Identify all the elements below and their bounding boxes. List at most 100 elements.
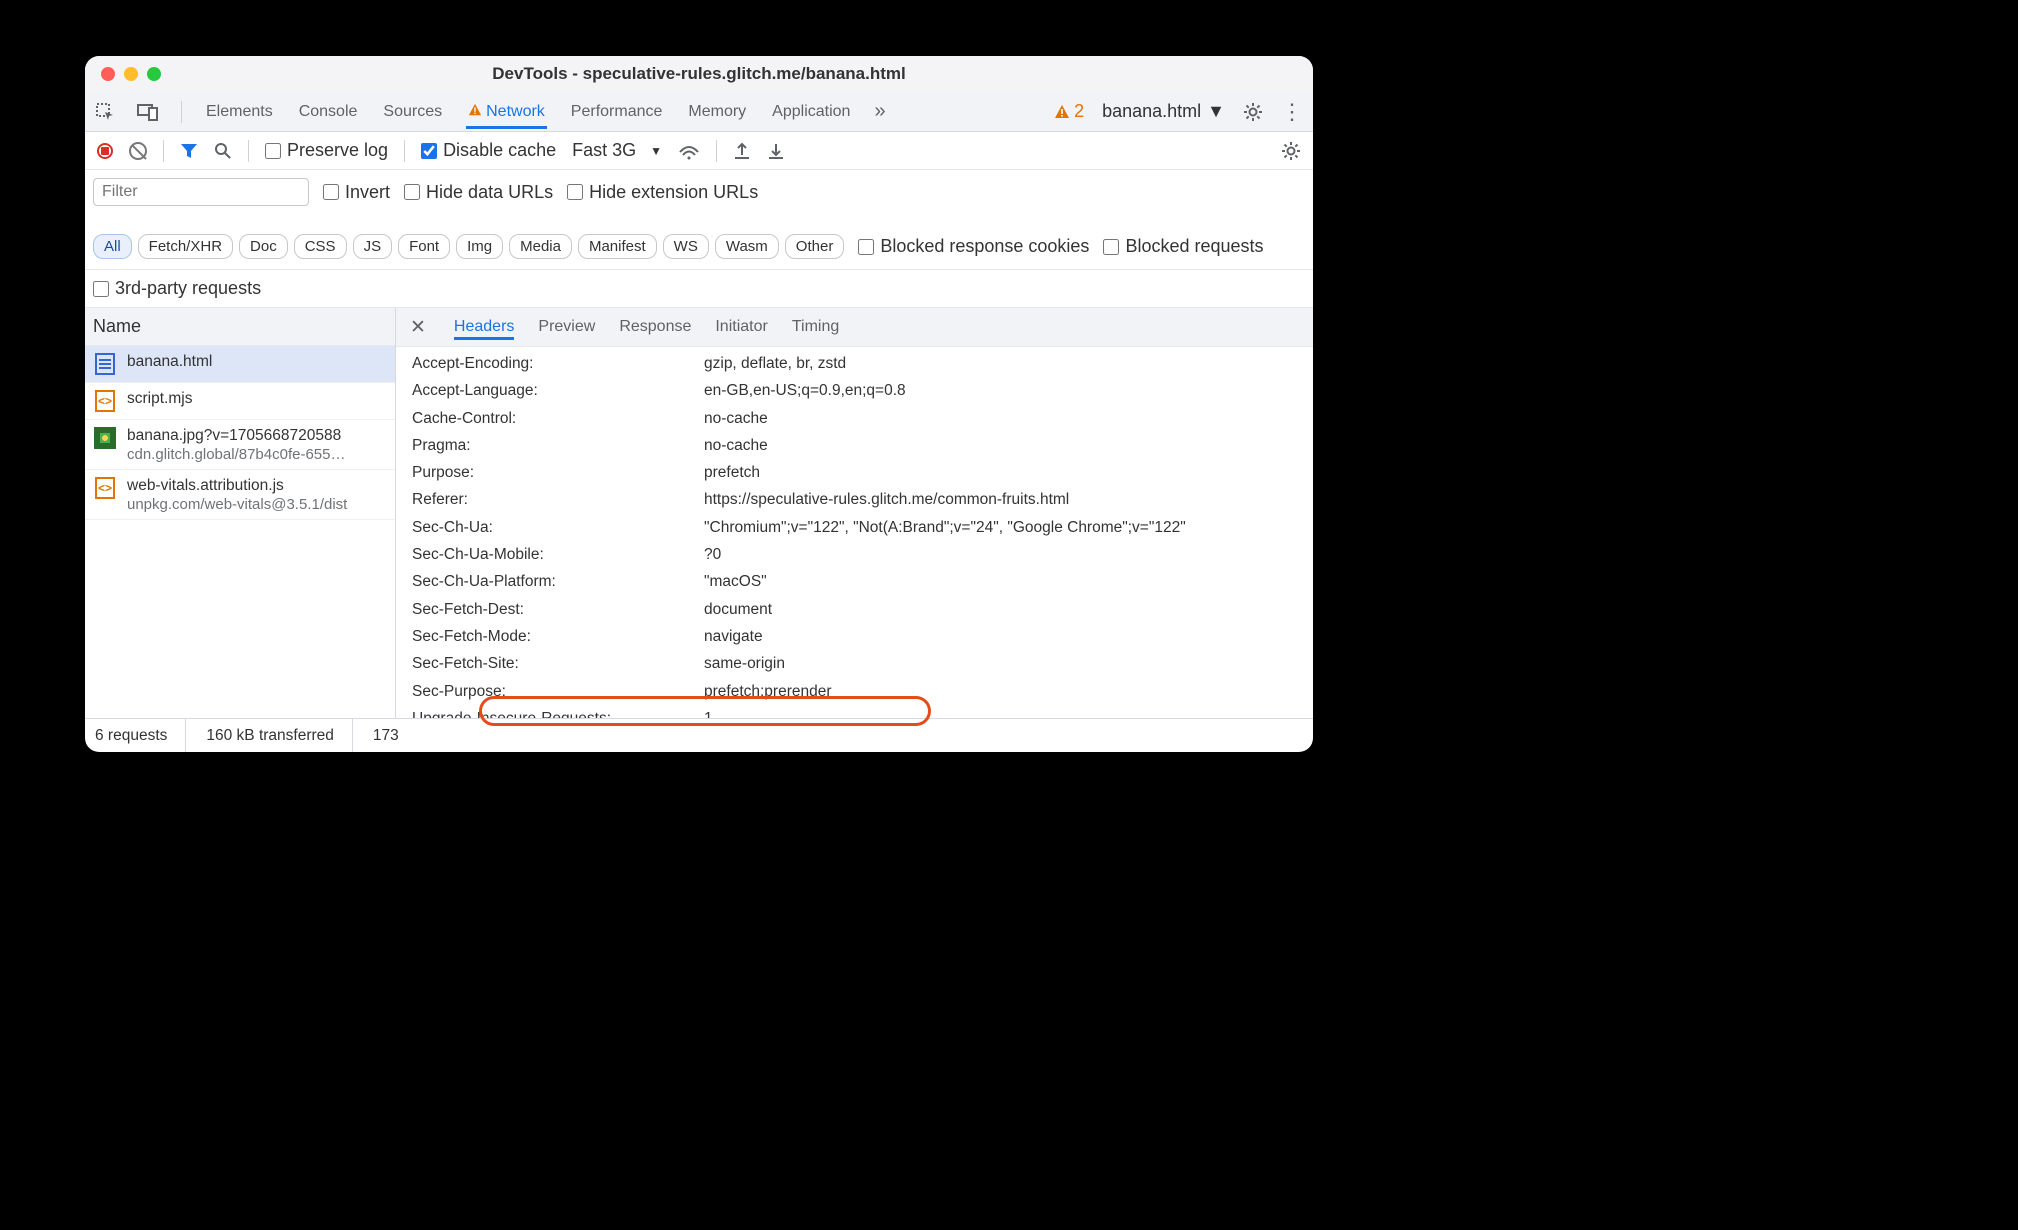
download-har-icon[interactable] (767, 142, 785, 160)
detail-tab-timing[interactable]: Timing (792, 314, 839, 340)
tab-memory[interactable]: Memory (686, 95, 748, 129)
type-pill-doc[interactable]: Doc (239, 234, 288, 259)
device-toolbar-icon[interactable] (137, 103, 159, 121)
preserve-log-checkbox[interactable]: Preserve log (265, 140, 388, 161)
close-details-button[interactable]: ✕ (410, 316, 426, 339)
tab-application[interactable]: Application (770, 95, 852, 129)
invert-checkbox[interactable]: Invert (323, 182, 390, 203)
filter-input[interactable] (93, 178, 309, 206)
status-resources: 173 (373, 727, 399, 745)
headers-list: Accept-Encoding:gzip, deflate, br, zstdA… (396, 347, 1313, 718)
upload-har-icon[interactable] (733, 142, 751, 160)
titlebar: DevTools - speculative-rules.glitch.me/b… (85, 56, 1313, 92)
hide-data-urls-checkbox[interactable]: Hide data URLs (404, 182, 553, 203)
more-tabs-icon[interactable]: » (874, 100, 885, 123)
disable-cache-checkbox[interactable]: Disable cache (421, 140, 556, 161)
type-pill-wasm[interactable]: Wasm (715, 234, 779, 259)
js-icon: <> (93, 389, 117, 413)
inspect-icon[interactable] (95, 102, 115, 122)
type-pill-other[interactable]: Other (785, 234, 845, 259)
filter-icon[interactable] (180, 142, 198, 160)
settings-gear-icon[interactable] (1281, 141, 1301, 161)
type-pill-media[interactable]: Media (509, 234, 572, 259)
type-pill-fetchxhr[interactable]: Fetch/XHR (138, 234, 233, 259)
hide-ext-urls-checkbox[interactable]: Hide extension URLs (567, 182, 758, 203)
toolbar-divider (163, 140, 164, 162)
chevron-down-icon: ▼ (1207, 101, 1225, 122)
toolbar-divider-3 (404, 140, 405, 162)
clear-button[interactable] (129, 142, 147, 160)
type-pill-js[interactable]: JS (353, 234, 393, 259)
request-row[interactable]: <>web-vitals.attribution.jsunpkg.com/web… (85, 470, 395, 520)
doc-icon (93, 352, 117, 376)
header-value: gzip, deflate, br, zstd (704, 350, 846, 377)
tab-divider (181, 101, 182, 123)
blocked-requests-checkbox[interactable]: Blocked requests (1103, 236, 1263, 257)
search-icon[interactable] (214, 142, 232, 160)
detail-tab-headers[interactable]: Headers (454, 314, 514, 340)
tab-network[interactable]: Network (466, 95, 547, 129)
request-origin: cdn.glitch.global/87b4c0fe-655… (127, 446, 345, 463)
gear-icon[interactable] (1243, 102, 1263, 122)
context-selector[interactable]: banana.html ▼ (1102, 101, 1225, 122)
type-pill-css[interactable]: CSS (294, 234, 347, 259)
type-pill-img[interactable]: Img (456, 234, 503, 259)
disable-cache-label: Disable cache (443, 140, 556, 161)
request-row[interactable]: banana.html (85, 346, 395, 383)
type-pill-all[interactable]: All (93, 234, 132, 259)
kebab-menu-icon[interactable]: ⋮ (1281, 108, 1303, 116)
tab-sources[interactable]: Sources (381, 95, 444, 129)
detail-tab-initiator[interactable]: Initiator (715, 314, 767, 340)
request-name: banana.jpg?v=1705668720588 (127, 426, 345, 446)
toolbar-divider-2 (248, 140, 249, 162)
tab-console[interactable]: Console (297, 95, 360, 129)
third-party-checkbox[interactable]: 3rd-party requests (93, 278, 1305, 299)
detail-tab-preview[interactable]: Preview (538, 314, 595, 340)
detail-tabs: ✕ Headers Preview Response Initiator Timing (396, 308, 1313, 347)
throttling-select[interactable]: Fast 3G ▼ (572, 140, 662, 161)
request-row[interactable]: <>script.mjs (85, 383, 395, 420)
header-row: Sec-Ch-Ua-Platform:"macOS" (412, 568, 1313, 595)
header-row: Referer:https://speculative-rules.glitch… (412, 486, 1313, 513)
warnings-badge[interactable]: 2 (1054, 101, 1084, 122)
header-value: 1 (704, 705, 713, 718)
header-key: Accept-Language: (412, 377, 704, 404)
detail-tab-response[interactable]: Response (619, 314, 691, 340)
img-icon (93, 426, 117, 450)
record-button[interactable] (97, 143, 113, 159)
header-row: Sec-Fetch-Mode:navigate (412, 623, 1313, 650)
header-row: Sec-Fetch-Site:same-origin (412, 650, 1313, 677)
header-value: en-GB,en-US;q=0.9,en;q=0.8 (704, 377, 906, 404)
type-pill-manifest[interactable]: Manifest (578, 234, 657, 259)
header-key: Sec-Fetch-Mode: (412, 623, 704, 650)
header-key: Sec-Fetch-Site: (412, 650, 704, 677)
status-transferred: 160 kB transferred (206, 719, 353, 752)
header-key: Purpose: (412, 459, 704, 486)
type-pill-ws[interactable]: WS (663, 234, 709, 259)
third-party-row: 3rd-party requests (85, 270, 1313, 308)
header-value: https://speculative-rules.glitch.me/comm… (704, 486, 1069, 513)
request-row[interactable]: banana.jpg?v=1705668720588cdn.glitch.glo… (85, 420, 395, 470)
header-row: Sec-Purpose:prefetch;prerender (412, 678, 1313, 705)
name-column-header[interactable]: Name (85, 308, 395, 346)
status-bar: 6 requests 160 kB transferred 173 (85, 718, 1313, 752)
header-value: ?0 (704, 541, 721, 568)
header-row: Accept-Language:en-GB,en-US;q=0.9,en;q=0… (412, 377, 1313, 404)
type-pill-font[interactable]: Font (398, 234, 450, 259)
header-row: Pragma:no-cache (412, 432, 1313, 459)
network-conditions-icon[interactable] (678, 142, 700, 160)
header-value: prefetch (704, 459, 760, 486)
blocked-cookies-checkbox[interactable]: Blocked response cookies (858, 236, 1089, 257)
resource-type-filter: AllFetch/XHRDocCSSJSFontImgMediaManifest… (93, 234, 844, 259)
tab-elements[interactable]: Elements (204, 95, 275, 129)
status-requests: 6 requests (95, 719, 186, 752)
header-row: Sec-Ch-Ua-Mobile:?0 (412, 541, 1313, 568)
header-key: Sec-Fetch-Dest: (412, 596, 704, 623)
hide-data-label: Hide data URLs (426, 182, 553, 203)
header-row: Cache-Control:no-cache (412, 405, 1313, 432)
header-row: Upgrade-Insecure-Requests:1 (412, 705, 1313, 718)
context-label: banana.html (1102, 101, 1201, 122)
tab-performance[interactable]: Performance (569, 95, 665, 129)
hide-ext-label: Hide extension URLs (589, 182, 758, 203)
network-toolbar: Preserve log Disable cache Fast 3G ▼ (85, 132, 1313, 170)
